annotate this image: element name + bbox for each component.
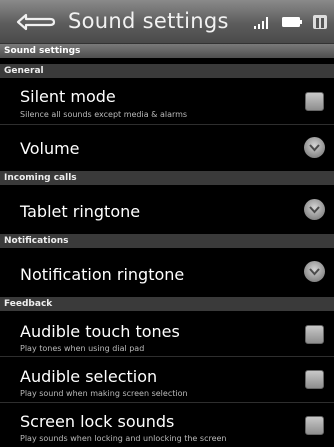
status-icons: [254, 13, 328, 31]
screen-lock-sounds-checkbox[interactable]: [305, 416, 324, 435]
battery-icon: [282, 17, 302, 27]
screen-lock-sounds-title: Screen lock sounds: [20, 412, 175, 431]
silent-mode-title: Silent mode: [20, 87, 116, 106]
audible-selection-checkbox[interactable]: [305, 370, 324, 389]
tablet-ringtone-row[interactable]: Tablet ringtone: [0, 185, 334, 234]
screen-lock-sounds-summary: Play sounds when locking and unlocking t…: [20, 434, 227, 443]
category-incoming-calls: Incoming calls: [0, 171, 334, 185]
tablet-ringtone-title: Tablet ringtone: [20, 202, 141, 221]
page-title: Sound settings: [68, 9, 229, 33]
title-bar: Sound settings: [0, 0, 334, 44]
silent-mode-checkbox[interactable]: [305, 92, 324, 111]
volume-chevron-icon[interactable]: [304, 137, 325, 158]
volume-row[interactable]: Volume: [0, 125, 334, 170]
audible-touch-tones-summary: Play tones when using dial pad: [20, 344, 145, 353]
audible-touch-tones-row[interactable]: Audible touch tones Play tones when usin…: [0, 311, 334, 356]
tablet-ringtone-chevron-icon[interactable]: [304, 199, 325, 220]
volume-title: Volume: [20, 139, 80, 158]
audible-selection-summary: Play sound when making screen selection: [20, 389, 188, 398]
category-general: General: [0, 64, 334, 78]
notification-ringtone-title: Notification ringtone: [20, 265, 185, 284]
audible-selection-title: Audible selection: [20, 367, 158, 386]
audible-touch-tones-title: Audible touch tones: [20, 322, 180, 341]
audible-touch-tones-checkbox[interactable]: [305, 325, 324, 344]
tablet-icon: [313, 15, 327, 29]
notification-ringtone-row[interactable]: Notification ringtone: [0, 248, 334, 297]
page-header: Sound settings: [0, 44, 334, 58]
category-notifications: Notifications: [0, 234, 334, 248]
audible-selection-row[interactable]: Audible selection Play sound when making…: [0, 357, 334, 402]
silent-mode-summary: Silence all sounds except media & alarms: [20, 110, 188, 119]
silent-mode-row[interactable]: Silent mode Silence all sounds except me…: [0, 78, 334, 124]
back-arrow-icon[interactable]: [12, 9, 58, 35]
screen-lock-sounds-row[interactable]: Screen lock sounds Play sounds when lock…: [0, 403, 334, 447]
signal-icon: [254, 17, 268, 29]
notification-ringtone-chevron-icon[interactable]: [304, 261, 325, 282]
category-feedback: Feedback: [0, 297, 334, 311]
